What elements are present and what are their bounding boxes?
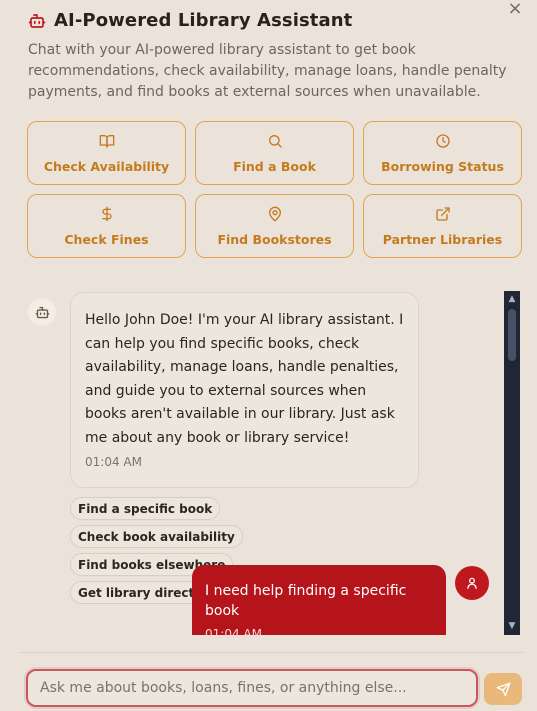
bot-icon [28,13,46,28]
check-fines-button[interactable]: Check Fines [27,194,186,258]
map-pin-icon [268,206,281,222]
bot-icon [35,306,49,318]
find-a-book-button[interactable]: Find a Book [195,121,354,185]
page-title: AI-Powered Library Assistant [54,10,353,31]
send-button[interactable] [484,673,522,705]
page-description: Chat with your AI-powered library assist… [28,42,507,100]
user-message-text: I need help finding a specific book [205,583,407,619]
bot-message-time: 01:04 AM [85,454,142,469]
partner-libraries-button[interactable]: Partner Libraries [363,194,522,258]
action-label: Partner Libraries [382,231,503,247]
suggestion-check-availability[interactable]: Check book availability [70,525,243,548]
user-icon [467,577,477,589]
check-availability-button[interactable]: Check Availability [27,121,186,185]
send-icon [496,682,510,696]
scrollbar-thumb[interactable] [508,309,516,361]
quick-actions: Check Availability Find a Book Borrowing… [27,121,524,258]
message-input[interactable] [26,669,478,707]
bot-message-text: Hello John Doe! I'm your AI library assi… [85,312,404,446]
book-open-icon [99,134,114,148]
external-link-icon [435,206,450,221]
borrowing-status-button[interactable]: Borrowing Status [363,121,522,185]
bot-avatar [28,298,56,326]
search-icon [268,134,282,148]
action-label: Find Bookstores [217,231,332,247]
header: AI-Powered Library Assistant [28,10,352,31]
divider [20,652,523,653]
user-message: I need help finding a specific book 01:0… [192,565,446,641]
assistant-panel: × AI-Powered Library Assistant Chat with… [0,0,537,711]
action-label: Check Fines [64,231,149,247]
user-avatar [455,566,489,600]
find-bookstores-button[interactable]: Find Bookstores [195,194,354,258]
action-label: Check Availability [43,158,170,174]
chat-scrollbar[interactable]: ▲ ▼ [504,291,520,635]
close-button[interactable]: × [505,0,525,20]
scroll-up-icon[interactable]: ▲ [507,294,517,304]
action-label: Borrowing Status [381,158,504,174]
clock-icon [435,133,450,148]
bot-message: Hello John Doe! I'm your AI library assi… [70,292,419,488]
user-message-time: 01:04 AM [205,627,262,641]
action-label: Find a Book [233,158,316,174]
suggestion-find-specific-book[interactable]: Find a specific book [70,497,221,520]
dollar-icon [101,206,112,221]
scroll-down-icon[interactable]: ▼ [507,621,517,631]
